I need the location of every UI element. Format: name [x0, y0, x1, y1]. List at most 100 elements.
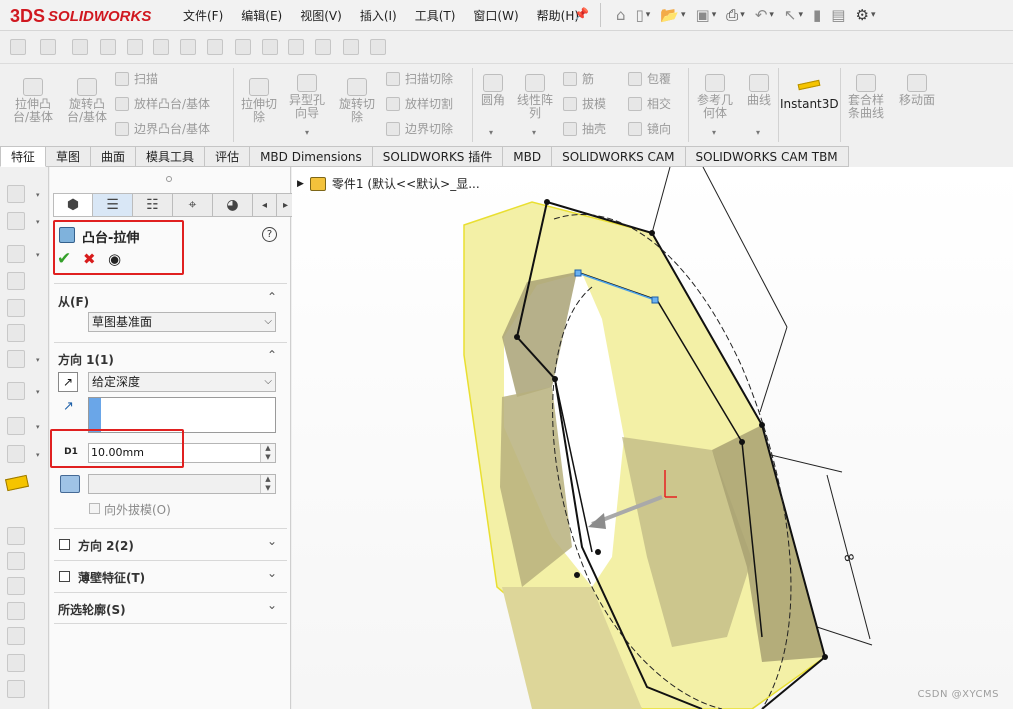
- strip-icon[interactable]: [7, 552, 25, 570]
- chevron-down-icon[interactable]: ⌄: [267, 534, 277, 548]
- gear-icon[interactable]: ⚙: [855, 5, 868, 25]
- select-pointer-icon[interactable]: ↖: [784, 5, 797, 25]
- chevron-up-icon[interactable]: ⌃: [267, 348, 277, 362]
- draft-angle-input[interactable]: ▲ ▼: [88, 474, 276, 494]
- rib-button[interactable]: 筋: [563, 70, 594, 87]
- menu-edit[interactable]: 编辑(E): [241, 7, 282, 24]
- boundary-cut-button[interactable]: 边界切除: [386, 120, 453, 137]
- expand-arrow-icon[interactable]: ▶: [297, 179, 304, 189]
- help-icon[interactable]: ?: [262, 227, 277, 242]
- new-file-icon[interactable]: ▯: [636, 5, 644, 25]
- strip-icon[interactable]: [7, 527, 25, 545]
- dimxpert-tab-icon[interactable]: ⌖: [173, 193, 213, 217]
- selected-contours-title[interactable]: 所选轮廓(S): [58, 601, 126, 618]
- graphics-area[interactable]: 8 CSDN @XYCMS: [292, 167, 1013, 709]
- revolve-cut-button[interactable]: 旋转切 除: [334, 78, 380, 124]
- strip-icon[interactable]: [7, 680, 25, 698]
- chevron-down-icon[interactable]: ▾: [712, 128, 716, 137]
- chevron-down-icon[interactable]: ▾: [712, 5, 717, 25]
- strip-icon[interactable]: [7, 627, 25, 645]
- direction2-checkbox[interactable]: [59, 539, 70, 550]
- reference-geometry-button[interactable]: 参考几 何体: [692, 74, 738, 120]
- sweep-cut-button[interactable]: 扫描切除: [386, 70, 453, 87]
- fit-spline-button[interactable]: 套合样 条曲线: [842, 74, 890, 120]
- loft-button[interactable]: 放样凸台/基体: [115, 95, 210, 112]
- depth-spinner[interactable]: ▲ ▼: [260, 444, 275, 462]
- strip-icon[interactable]: [7, 212, 25, 230]
- tab-add-ins[interactable]: SOLIDWORKS 插件: [372, 146, 504, 167]
- linear-pattern-button[interactable]: 线性阵 列: [512, 74, 558, 120]
- chevron-down-icon[interactable]: ▾: [36, 218, 40, 226]
- solidworks-logo[interactable]: 3DS SOLIDWORKS: [10, 3, 151, 29]
- chevron-down-icon[interactable]: ▾: [36, 191, 40, 199]
- save-icon[interactable]: ▣: [696, 5, 710, 25]
- reverse-direction-icon[interactable]: ↗: [58, 372, 78, 392]
- feature-manager-tab-icon[interactable]: ⬢: [53, 193, 93, 217]
- fillet-button[interactable]: 圆角: [474, 74, 512, 107]
- toolbar-icon[interactable]: [40, 39, 56, 55]
- chevron-down-icon[interactable]: ▾: [36, 251, 40, 259]
- instant3d-button[interactable]: Instant3D: [780, 78, 839, 111]
- strip-icon[interactable]: [7, 417, 25, 435]
- toolbar-icon[interactable]: [72, 39, 88, 55]
- chevron-down-icon[interactable]: ▾: [799, 5, 804, 25]
- chevron-up-icon[interactable]: ⌃: [267, 290, 277, 304]
- strip-icon[interactable]: [7, 272, 25, 290]
- toolbar-icon[interactable]: [180, 39, 196, 55]
- chevron-down-icon[interactable]: ▾: [681, 5, 686, 25]
- move-face-button[interactable]: 移动面: [892, 74, 942, 107]
- tab-scroll-left-icon[interactable]: ◂: [253, 193, 277, 217]
- toolbar-icon[interactable]: [370, 39, 386, 55]
- chevron-down-icon[interactable]: ▾: [769, 5, 774, 25]
- traffic-light-icon[interactable]: ▮: [813, 5, 821, 25]
- curves-button[interactable]: 曲线: [742, 74, 776, 107]
- undo-icon[interactable]: ↶: [755, 5, 768, 25]
- tab-sketch[interactable]: 草图: [46, 146, 92, 167]
- extrude-boss-button[interactable]: 拉伸凸 台/基体: [8, 78, 58, 124]
- menu-window[interactable]: 窗口(W): [473, 7, 518, 24]
- direction-vector-field[interactable]: [88, 397, 276, 433]
- boundary-boss-button[interactable]: 边界凸台/基体: [115, 120, 210, 137]
- display-manager-tab-icon[interactable]: ◕: [213, 193, 253, 217]
- strip-icon[interactable]: [7, 445, 25, 463]
- part-name[interactable]: 零件1 (默认<<默认>_显...: [332, 175, 480, 192]
- strip-icon[interactable]: [7, 602, 25, 620]
- tab-cam[interactable]: SOLIDWORKS CAM: [552, 146, 686, 167]
- sweep-button[interactable]: 扫描: [115, 70, 158, 87]
- pin-icon[interactable]: 📌: [574, 7, 589, 21]
- direction2-title[interactable]: 方向 2(2): [78, 537, 134, 554]
- splitter-handle[interactable]: [166, 176, 172, 182]
- strip-icon[interactable]: [7, 245, 25, 263]
- tab-mbd-dimensions[interactable]: MBD Dimensions: [250, 146, 373, 167]
- direction1-title[interactable]: 方向 1(1): [58, 351, 114, 368]
- toolbar-icon[interactable]: [100, 39, 116, 55]
- configuration-manager-tab-icon[interactable]: ☷: [133, 193, 173, 217]
- draft-button[interactable]: 拔模: [563, 95, 606, 112]
- from-select[interactable]: 草图基准面 ⌵: [88, 312, 276, 332]
- tab-mold-tools[interactable]: 模具工具: [136, 146, 206, 167]
- tab-cam-tbm[interactable]: SOLIDWORKS CAM TBM: [685, 146, 849, 167]
- chevron-down-icon[interactable]: ▾: [489, 128, 493, 137]
- strip-icon[interactable]: [7, 350, 25, 368]
- toolbar-icon[interactable]: [315, 39, 331, 55]
- chevron-down-icon[interactable]: ▾: [36, 356, 40, 364]
- strip-icon[interactable]: [7, 324, 25, 342]
- property-manager-tab-icon[interactable]: ☰: [93, 193, 133, 217]
- toolbar-icon[interactable]: [288, 39, 304, 55]
- intersect-button[interactable]: 相交: [628, 95, 671, 112]
- home-icon[interactable]: ⌂: [616, 5, 626, 25]
- wrap-button[interactable]: 包覆: [628, 70, 671, 87]
- from-section-title[interactable]: 从(F): [58, 293, 89, 310]
- options-page-icon[interactable]: ▤: [831, 5, 845, 25]
- strip-icon[interactable]: [7, 382, 25, 400]
- chevron-down-icon[interactable]: ▾: [871, 5, 876, 25]
- strip-icon[interactable]: [7, 654, 25, 672]
- chevron-down-icon[interactable]: ▾: [36, 423, 40, 431]
- toolbar-icon[interactable]: [10, 39, 26, 55]
- draft-on-off-icon[interactable]: [60, 475, 80, 493]
- model-view[interactable]: 8: [292, 167, 1013, 709]
- menu-file[interactable]: 文件(F): [183, 7, 223, 24]
- toolbar-icon[interactable]: [207, 39, 223, 55]
- menu-view[interactable]: 视图(V): [300, 7, 342, 24]
- toolbar-icon[interactable]: [127, 39, 143, 55]
